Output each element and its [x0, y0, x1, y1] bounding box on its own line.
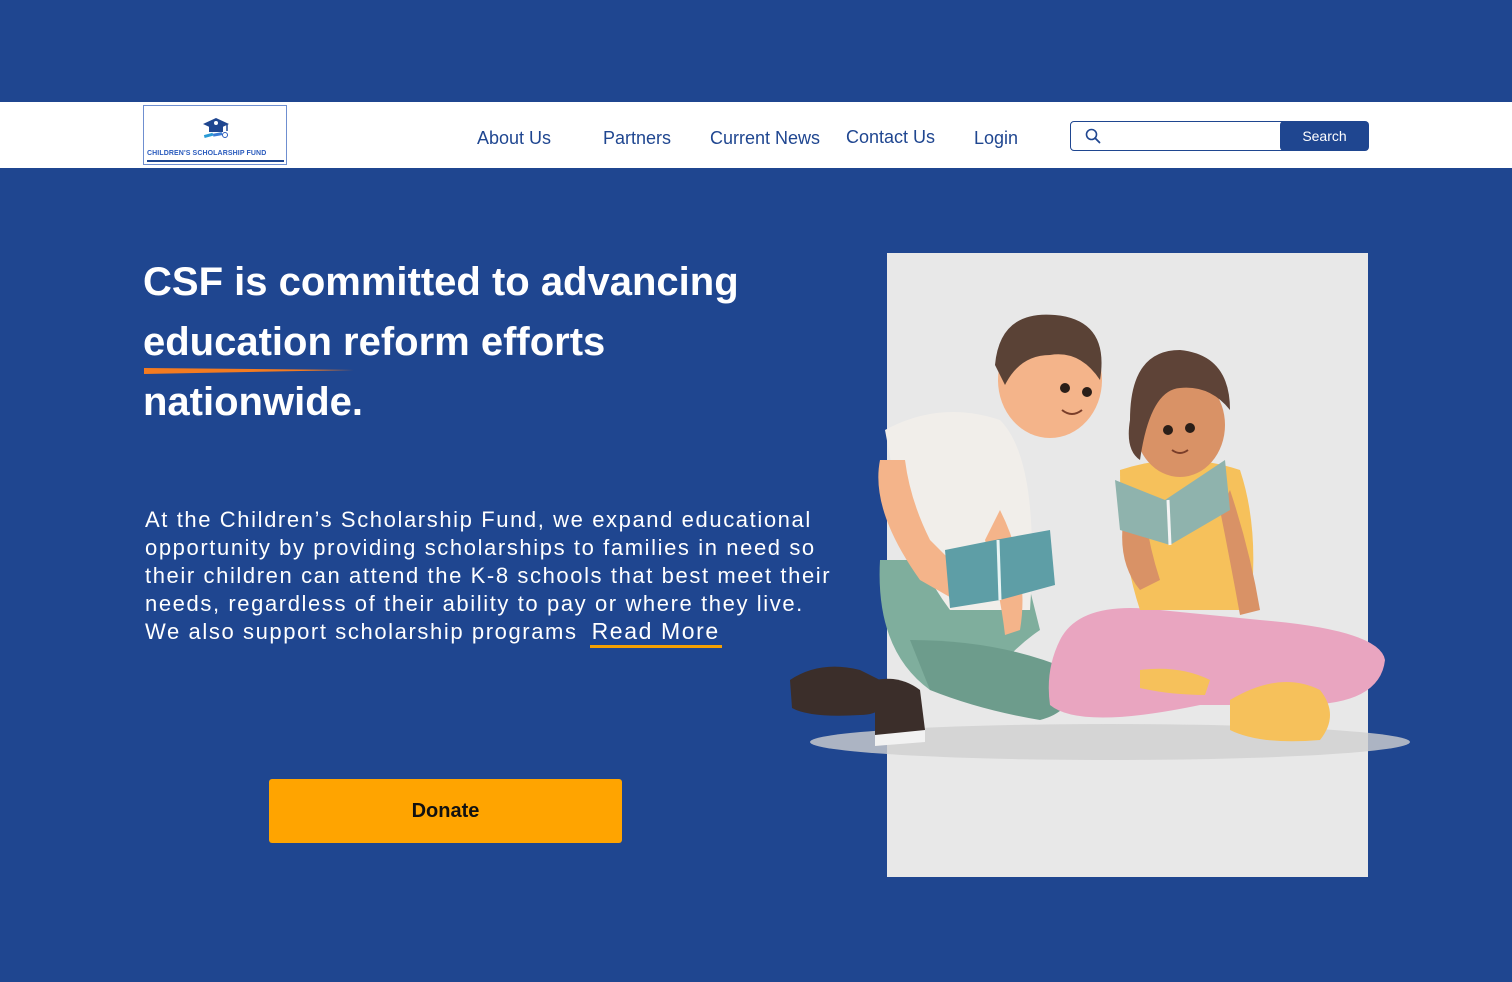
search-icon: [1085, 128, 1101, 144]
donate-button[interactable]: Donate: [269, 779, 622, 843]
top-navigation-bar: CHILDREN'S SCHOLARSHIP FUND About Us Par…: [0, 102, 1512, 168]
read-more-link[interactable]: Read More: [589, 618, 722, 648]
nav-partners[interactable]: Partners: [603, 128, 671, 149]
hero-headline: CSF is committed to advancing education …: [143, 260, 739, 424]
logo-text: CHILDREN'S SCHOLARSHIP FUND: [147, 150, 267, 157]
csf-logo[interactable]: CHILDREN'S SCHOLARSHIP FUND: [143, 105, 287, 165]
students-reading-illustration: [790, 314, 1410, 760]
hero-description: At the Children’s Scholarship Fund, we e…: [145, 506, 835, 648]
nav-login[interactable]: Login: [974, 128, 1018, 149]
hero-description-text: At the Children’s Scholarship Fund, we e…: [145, 507, 832, 644]
search-box: [1070, 121, 1284, 151]
search-input[interactable]: [1107, 125, 1277, 147]
nav-about-us[interactable]: About Us: [477, 128, 551, 149]
nav-contact-us[interactable]: Contact Us: [846, 127, 935, 148]
headline-accent-underline: [144, 368, 354, 374]
girl-figure: [1048, 350, 1385, 742]
logo-underline: [147, 160, 284, 162]
graduation-cap-icon: [203, 118, 229, 138]
search-button[interactable]: Search: [1280, 121, 1369, 151]
nav-current-news[interactable]: Current News: [710, 128, 820, 149]
